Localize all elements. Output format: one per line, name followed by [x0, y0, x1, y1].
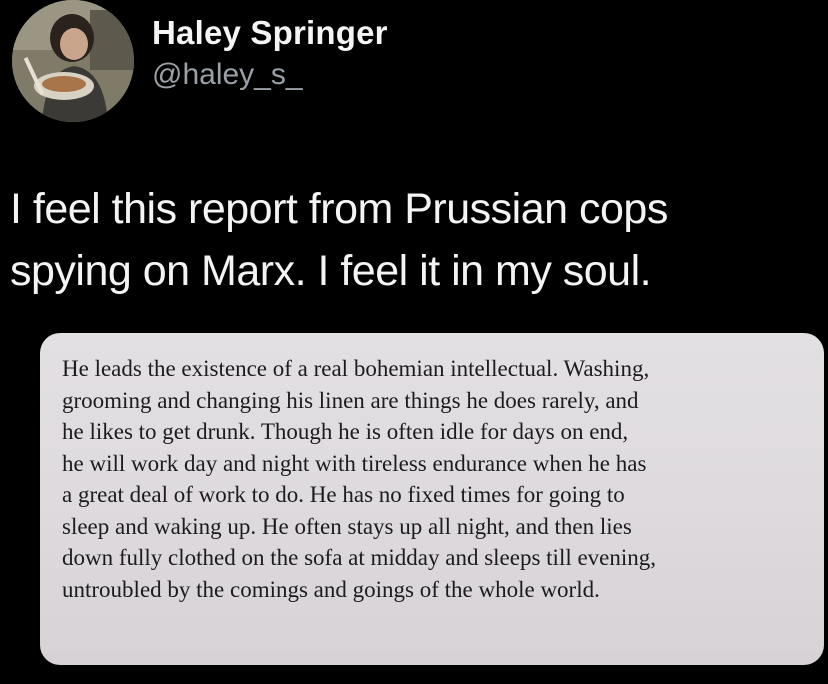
- page-line: He leads the existence of a real bohemia…: [62, 356, 650, 381]
- page-line: a great deal of work to do. He has no fi…: [62, 482, 625, 507]
- page-line: sleep and waking up. He often stays up a…: [62, 513, 632, 539]
- avatar[interactable]: [12, 0, 134, 122]
- page-line: grooming and changing his linen are thin…: [62, 387, 639, 413]
- tweet-media-image[interactable]: He leads the existence of a real bohemia…: [40, 333, 824, 665]
- tweet-header: Haley Springer @haley_s_: [12, 0, 816, 122]
- page-line: down fully clothed on the sofa at midday…: [62, 545, 657, 570]
- page-line: untroubled by the comings and goings of …: [62, 576, 600, 602]
- book-page-text: He leads the existence of a real bohemia…: [62, 353, 812, 605]
- tweet-text: I feel this report from Prussian cops sp…: [10, 178, 810, 302]
- author-handle[interactable]: @haley_s_: [152, 58, 303, 92]
- author-name[interactable]: Haley Springer: [152, 14, 388, 52]
- tweet-text-line: spying on Marx. I feel it in my soul.: [10, 247, 652, 295]
- tweet-text-line: I feel this report from Prussian cops: [10, 185, 668, 233]
- profile-photo-icon: [12, 0, 134, 122]
- page-line: he likes to get drunk. Though he is ofte…: [62, 419, 629, 444]
- page-line: he will work day and night with tireless…: [62, 450, 647, 476]
